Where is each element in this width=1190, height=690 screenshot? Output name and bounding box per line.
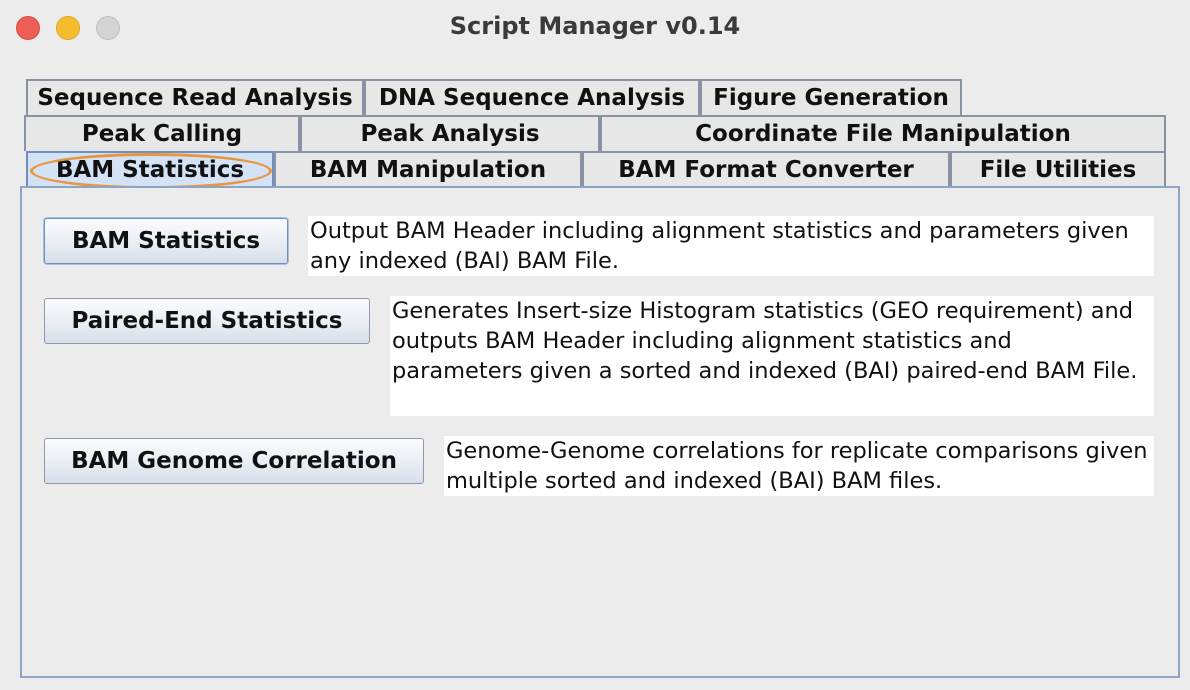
title-bar: Script Manager v0.14 — [0, 0, 1190, 56]
tab-coordinate-file-manipulation[interactable]: Coordinate File Manipulation — [600, 115, 1166, 151]
tab-bam-statistics[interactable]: BAM Statistics — [26, 151, 274, 187]
bam-genome-correlation-description: Genome-Genome correlations for replicate… — [444, 436, 1154, 496]
bam-genome-correlation-button[interactable]: BAM Genome Correlation — [44, 438, 424, 484]
tab-bam-format-converter[interactable]: BAM Format Converter — [582, 151, 950, 187]
tab-peak-analysis[interactable]: Peak Analysis — [300, 115, 600, 151]
tab-file-utilities[interactable]: File Utilities — [950, 151, 1166, 187]
bam-statistics-button[interactable]: BAM Statistics — [44, 218, 288, 264]
bam-statistics-description: Output BAM Header including alignment st… — [308, 216, 1154, 276]
tab-figure-generation[interactable]: Figure Generation — [700, 79, 962, 115]
paired-end-statistics-description: Generates Insert-size Histogram statisti… — [390, 296, 1154, 416]
tab-peak-calling[interactable]: Peak Calling — [24, 115, 300, 151]
tab-dna-sequence-analysis[interactable]: DNA Sequence Analysis — [364, 79, 700, 115]
window-title: Script Manager v0.14 — [449, 12, 741, 40]
tab-sequence-read-analysis[interactable]: Sequence Read Analysis — [26, 79, 364, 115]
tab-bam-manipulation[interactable]: BAM Manipulation — [274, 151, 582, 187]
paired-end-statistics-button[interactable]: Paired-End Statistics — [44, 298, 370, 344]
